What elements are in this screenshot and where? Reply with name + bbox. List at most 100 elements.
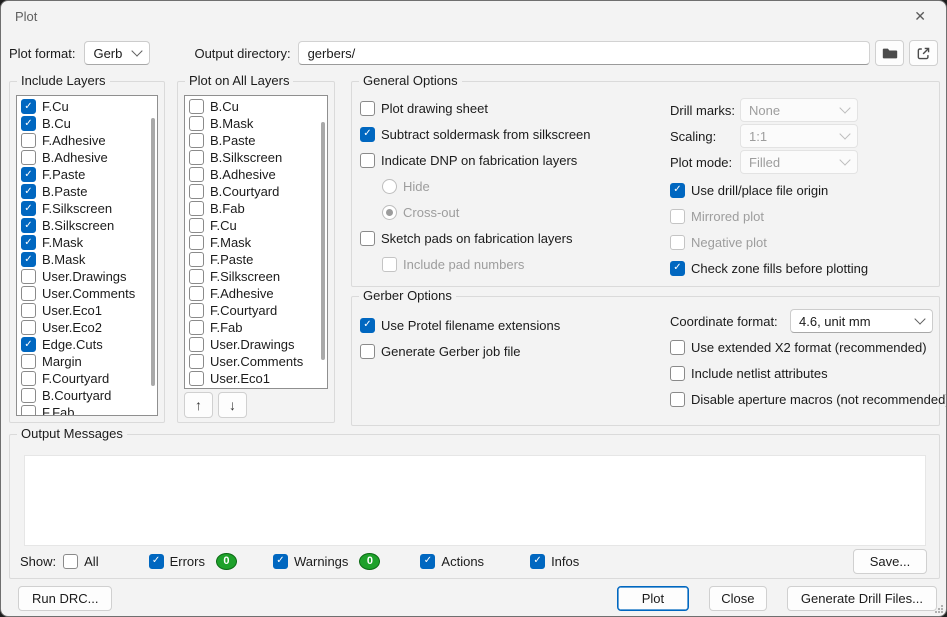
save-button[interactable]: Save...	[853, 549, 927, 574]
checkbox-f-adhesive[interactable]: F.Adhesive	[17, 132, 157, 149]
checkbox-indicator[interactable]: ✓	[670, 261, 685, 276]
checkbox-indicator[interactable]	[189, 116, 204, 131]
checkbox-sketch-pads-on-fabrication-layers[interactable]: Sketch pads on fabrication layers	[360, 229, 591, 247]
checkbox-include-netlist-attributes[interactable]: Include netlist attributes	[670, 364, 938, 382]
checkbox-user-comments[interactable]: User.Comments	[17, 285, 157, 302]
checkbox-indicator[interactable]: ✓	[420, 554, 435, 569]
checkbox-f-courtyard[interactable]: F.Courtyard	[185, 302, 327, 319]
checkbox-indicator[interactable]: ✓	[21, 116, 36, 131]
move-layer-down-button[interactable]: ↓	[218, 392, 247, 418]
checkbox-f-courtyard[interactable]: F.Courtyard	[17, 370, 157, 387]
checkbox-user-eco1[interactable]: User.Eco1	[185, 370, 327, 387]
coordinate-format-dropdown[interactable]: 4.6, unit mm	[790, 309, 933, 333]
checkbox-indicator[interactable]	[21, 320, 36, 335]
checkbox-use-drill-place-file-origin[interactable]: ✓Use drill/place file origin	[670, 181, 934, 199]
checkbox-indicator[interactable]: ✓	[21, 99, 36, 114]
checkbox-indicator[interactable]	[189, 252, 204, 267]
output-messages-area[interactable]	[24, 455, 926, 546]
close-button[interactable]: Close	[709, 586, 767, 611]
resize-grip[interactable]	[935, 605, 943, 613]
checkbox-subtract-soldermask-from-silkscreen[interactable]: ✓Subtract soldermask from silkscreen	[360, 125, 591, 143]
open-directory-button[interactable]	[909, 40, 938, 66]
checkbox-indicator[interactable]	[360, 231, 375, 246]
plot-all-layers-scrollbar[interactable]	[321, 122, 325, 360]
checkbox-indicator[interactable]	[189, 150, 204, 165]
checkbox-f-cu[interactable]: F.Cu	[185, 217, 327, 234]
checkbox-f-cu[interactable]: ✓F.Cu	[17, 98, 157, 115]
include-layers-scrollbar[interactable]	[151, 118, 155, 386]
checkbox-b-adhesive[interactable]: B.Adhesive	[185, 166, 327, 183]
checkbox-f-silkscreen[interactable]: ✓F.Silkscreen	[17, 200, 157, 217]
checkbox-user-comments[interactable]: User.Comments	[185, 353, 327, 370]
checkbox-warnings[interactable]: ✓Warnings0	[273, 553, 380, 570]
checkbox-user-eco2[interactable]: User.Eco2	[17, 319, 157, 336]
checkbox-indicator[interactable]: ✓	[21, 201, 36, 216]
checkbox-b-paste[interactable]: B.Paste	[185, 132, 327, 149]
checkbox-all[interactable]: All	[63, 554, 98, 569]
checkbox-b-paste[interactable]: ✓B.Paste	[17, 183, 157, 200]
checkbox-indicator[interactable]	[670, 392, 685, 407]
checkbox-indicator[interactable]	[21, 150, 36, 165]
checkbox-b-courtyard[interactable]: B.Courtyard	[17, 387, 157, 404]
checkbox-margin[interactable]: Margin	[17, 353, 157, 370]
checkbox-f-paste[interactable]: ✓F.Paste	[17, 166, 157, 183]
checkbox-indicator[interactable]	[21, 133, 36, 148]
checkbox-indicator[interactable]	[189, 184, 204, 199]
checkbox-indicator[interactable]	[189, 167, 204, 182]
checkbox-check-zone-fills-before-plotting[interactable]: ✓Check zone fills before plotting	[670, 259, 934, 277]
checkbox-errors[interactable]: ✓Errors0	[149, 553, 237, 570]
checkbox-indicator[interactable]: ✓	[21, 218, 36, 233]
checkbox-b-mask[interactable]: B.Mask	[185, 115, 327, 132]
checkbox-indicator[interactable]: ✓	[360, 127, 375, 142]
checkbox-f-adhesive[interactable]: F.Adhesive	[185, 285, 327, 302]
generate-drill-files-button[interactable]: Generate Drill Files...	[787, 586, 937, 611]
checkbox-indicator[interactable]	[670, 366, 685, 381]
checkbox-infos[interactable]: ✓Infos	[530, 554, 579, 569]
close-icon[interactable]: ✕	[908, 6, 932, 27]
checkbox-indicator[interactable]	[21, 371, 36, 386]
checkbox-f-fab[interactable]: F.Fab	[17, 404, 157, 416]
checkbox-b-adhesive[interactable]: B.Adhesive	[17, 149, 157, 166]
checkbox-indicator[interactable]	[21, 286, 36, 301]
plot-all-layers-list[interactable]: B.CuB.MaskB.PasteB.SilkscreenB.Adhesive B…	[184, 95, 328, 389]
checkbox-indicator[interactable]	[189, 337, 204, 352]
checkbox-indicator[interactable]: ✓	[21, 337, 36, 352]
checkbox-indicator[interactable]	[189, 303, 204, 318]
checkbox-b-cu[interactable]: B.Cu	[185, 98, 327, 115]
checkbox-indicator[interactable]	[21, 303, 36, 318]
checkbox-indicator[interactable]: ✓	[670, 183, 685, 198]
checkbox-b-mask[interactable]: ✓B.Mask	[17, 251, 157, 268]
checkbox-generate-gerber-job-file[interactable]: Generate Gerber job file	[360, 342, 560, 360]
move-layer-up-button[interactable]: ↑	[184, 392, 213, 418]
checkbox-disable-aperture-macros-not-recommended[interactable]: Disable aperture macros (not recommended…	[670, 390, 938, 408]
checkbox-b-silkscreen[interactable]: B.Silkscreen	[185, 149, 327, 166]
checkbox-indicator[interactable]: ✓	[21, 167, 36, 182]
checkbox-user-drawings[interactable]: User.Drawings	[185, 336, 327, 353]
checkbox-indicator[interactable]	[21, 388, 36, 403]
checkbox-indicator[interactable]	[63, 554, 78, 569]
include-layers-list[interactable]: ✓F.Cu✓B.CuF.AdhesiveB.Adhesive✓F.Paste✓B…	[16, 95, 158, 416]
checkbox-indicator[interactable]: ✓	[21, 184, 36, 199]
checkbox-indicator[interactable]	[189, 201, 204, 216]
checkbox-indicator[interactable]	[189, 269, 204, 284]
checkbox-user-eco1[interactable]: User.Eco1	[17, 302, 157, 319]
checkbox-f-mask[interactable]: F.Mask	[185, 234, 327, 251]
checkbox-use-protel-filename-extensions[interactable]: ✓Use Protel filename extensions	[360, 316, 560, 334]
checkbox-indicator[interactable]: ✓	[21, 235, 36, 250]
checkbox-indicator[interactable]	[360, 344, 375, 359]
checkbox-indicator[interactable]: ✓	[530, 554, 545, 569]
checkbox-f-fab[interactable]: F.Fab	[185, 319, 327, 336]
checkbox-indicator[interactable]	[189, 218, 204, 233]
checkbox-indicator[interactable]: ✓	[149, 554, 164, 569]
checkbox-indicator[interactable]	[189, 235, 204, 250]
checkbox-b-silkscreen[interactable]: ✓B.Silkscreen	[17, 217, 157, 234]
checkbox-b-fab[interactable]: B.Fab	[185, 200, 327, 217]
checkbox-indicator[interactable]	[360, 153, 375, 168]
browse-directory-button[interactable]	[875, 40, 904, 66]
checkbox-actions[interactable]: ✓Actions	[420, 554, 484, 569]
checkbox-indicate-dnp-on-fabrication-layers[interactable]: Indicate DNP on fabrication layers	[360, 151, 591, 169]
checkbox-indicator[interactable]	[21, 269, 36, 284]
output-directory-input[interactable]	[298, 41, 870, 65]
plot-button[interactable]: Plot	[617, 586, 689, 611]
checkbox-f-silkscreen[interactable]: F.Silkscreen	[185, 268, 327, 285]
